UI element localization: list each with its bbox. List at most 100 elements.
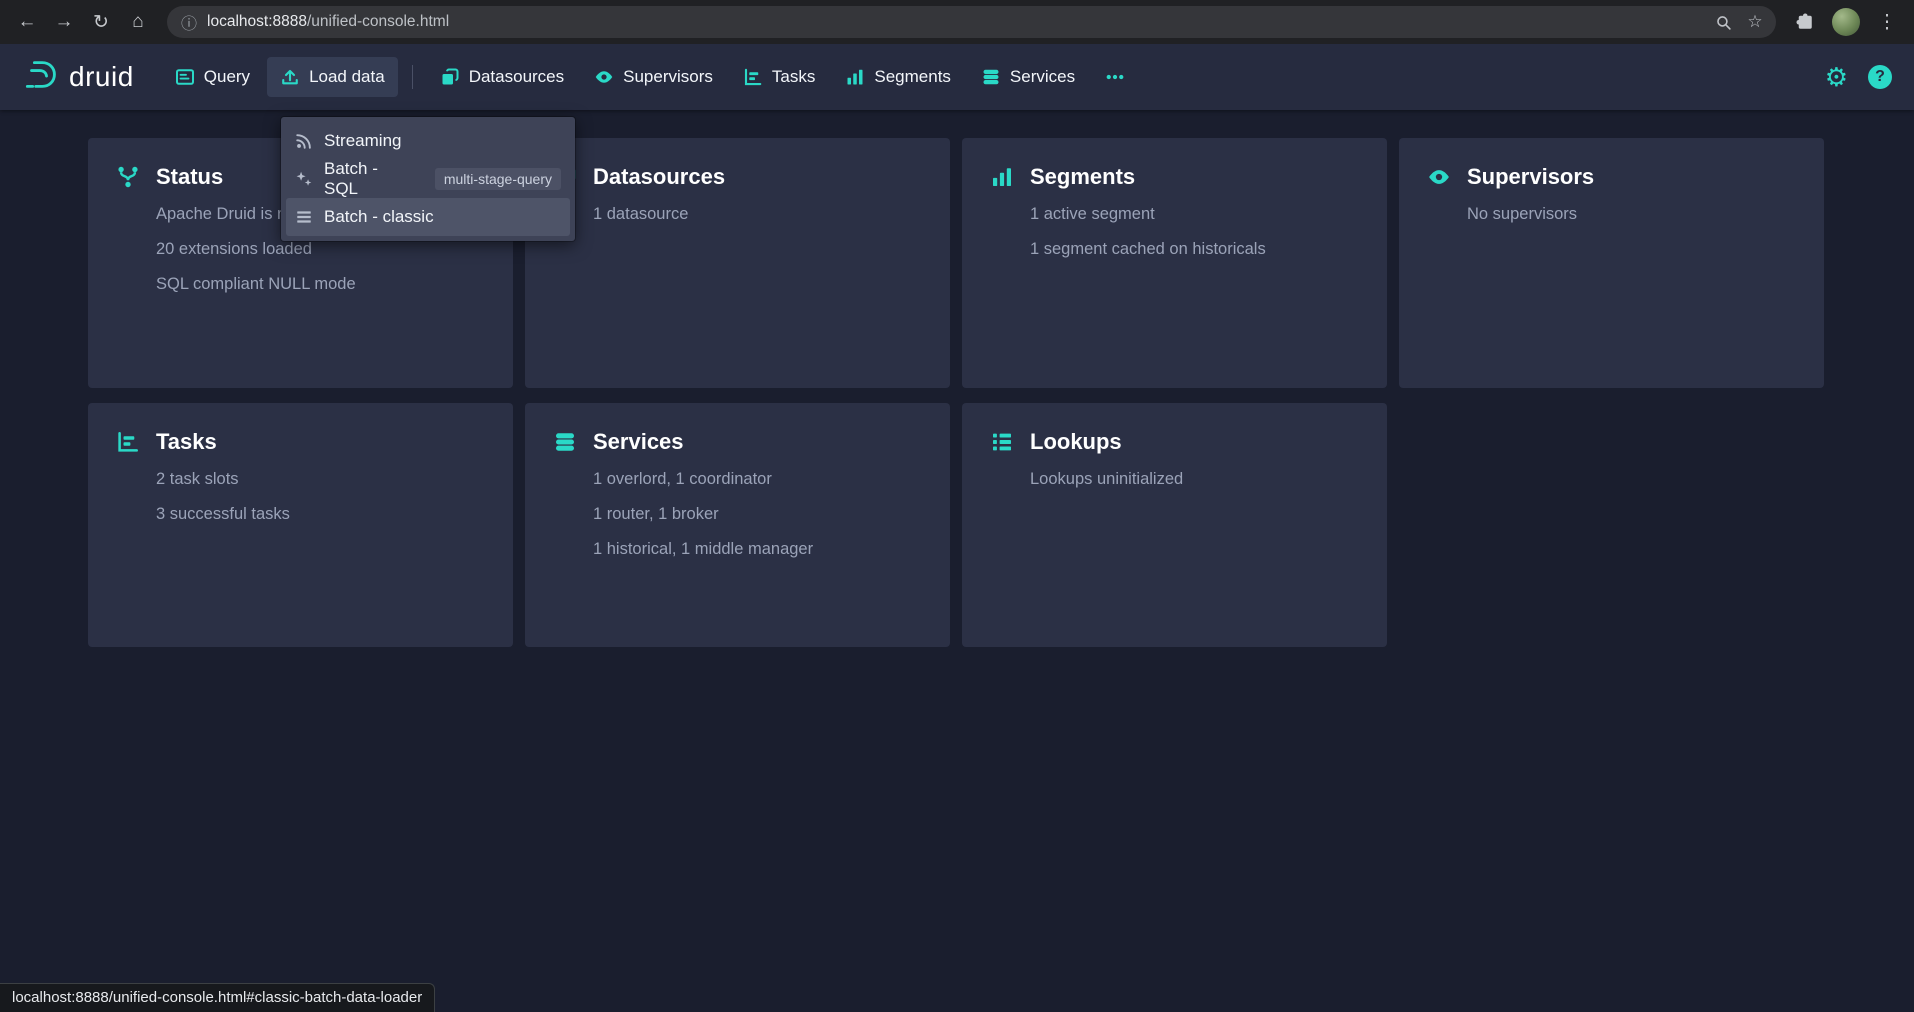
card-header: Segments [990, 164, 1359, 190]
browser-menu-icon[interactable]: ⋮ [1870, 5, 1904, 39]
lookups-card[interactable]: Lookups Lookups uninitialized [962, 403, 1387, 647]
zoom-icon[interactable] [1708, 7, 1738, 37]
load-data-menu: Streaming Batch - SQL multi-stage-query … [281, 117, 575, 241]
druid-logo[interactable]: druid [22, 58, 134, 96]
card-line: SQL compliant NULL mode [156, 274, 485, 294]
bar-chart-icon [990, 165, 1014, 189]
site-info-icon[interactable]: ⓘ [181, 10, 197, 34]
card-header: Tasks [116, 429, 485, 455]
omnibox-actions: ☆ [1708, 7, 1770, 37]
card-title: Segments [1030, 164, 1135, 190]
druid-navbar: druid Query Load data Datasources [0, 44, 1914, 110]
card-body: 1 datasource [593, 204, 922, 224]
nav-label: Services [1010, 67, 1075, 87]
card-line: 2 task slots [156, 469, 485, 489]
card-body: 2 task slots 3 successful tasks [156, 469, 485, 524]
settings-gear-icon[interactable]: ⚙ [1825, 64, 1848, 90]
menu-item-label: Batch - SQL [324, 159, 414, 199]
card-line: 20 extensions loaded [156, 239, 485, 259]
screen: ← → ↻ ⌂ ⓘ localhost:8888/unified-console… [0, 0, 1914, 1012]
card-title: Datasources [593, 164, 725, 190]
url-host: localhost:8888 [207, 13, 307, 30]
multi-stage-query-badge: multi-stage-query [435, 168, 561, 190]
card-title: Supervisors [1467, 164, 1594, 190]
card-body: Lookups uninitialized [1030, 469, 1359, 489]
properties-list-icon [990, 430, 1014, 454]
more-ellipsis-icon [1105, 67, 1125, 87]
nav-label: Query [204, 67, 250, 87]
database-stack-icon [981, 67, 1001, 87]
bookmark-star-icon[interactable]: ☆ [1740, 7, 1770, 37]
datasources-card[interactable]: Datasources 1 datasource [525, 138, 950, 388]
eye-icon [1427, 165, 1451, 189]
back-icon[interactable]: ← [10, 5, 44, 39]
card-body: 1 active segment 1 segment cached on his… [1030, 204, 1359, 259]
fork-icon [116, 165, 140, 189]
druid-logo-icon [22, 58, 60, 96]
card-title: Status [156, 164, 223, 190]
profile-avatar[interactable] [1832, 8, 1860, 36]
card-body: No supervisors [1467, 204, 1796, 224]
menu-item-label: Streaming [324, 131, 401, 151]
nav-tasks[interactable]: Tasks [730, 57, 828, 97]
brand-name: druid [69, 61, 134, 93]
nav-query[interactable]: Query [162, 57, 263, 97]
card-header: Services [553, 429, 922, 455]
link-preview-statusbar: localhost:8888/unified-console.html#clas… [0, 983, 435, 1012]
nav-supervisors[interactable]: Supervisors [581, 57, 726, 97]
list-lines-icon [295, 208, 313, 226]
browser-toolbar: ← → ↻ ⌂ ⓘ localhost:8888/unified-console… [0, 0, 1914, 44]
tasks-card[interactable]: Tasks 2 task slots 3 successful tasks [88, 403, 513, 647]
extensions-puzzle-icon[interactable] [1788, 5, 1822, 39]
forward-icon[interactable]: → [47, 5, 81, 39]
navbar-actions: ⚙ ? [1825, 64, 1892, 90]
help-icon[interactable]: ? [1868, 65, 1892, 89]
card-line: No supervisors [1467, 204, 1796, 224]
sparkles-icon [295, 170, 313, 188]
url-text: localhost:8888/unified-console.html [207, 13, 1698, 31]
card-header: Supervisors [1427, 164, 1796, 190]
card-line: Lookups uninitialized [1030, 469, 1359, 489]
card-line: 1 active segment [1030, 204, 1359, 224]
card-body: 1 overlord, 1 coordinator 1 router, 1 br… [593, 469, 922, 559]
eye-icon [594, 67, 614, 87]
card-line: 1 overlord, 1 coordinator [593, 469, 922, 489]
upload-data-icon [280, 67, 300, 87]
nav-label: Datasources [469, 67, 564, 87]
nav-services[interactable]: Services [968, 57, 1088, 97]
menu-item-batch-classic[interactable]: Batch - classic [286, 198, 570, 236]
nav-label: Supervisors [623, 67, 713, 87]
menu-item-batch-sql[interactable]: Batch - SQL multi-stage-query [286, 160, 570, 198]
services-card[interactable]: Services 1 overlord, 1 coordinator 1 rou… [525, 403, 950, 647]
datasources-icon [440, 67, 460, 87]
database-stack-icon [553, 430, 577, 454]
card-header: Datasources [553, 164, 922, 190]
home-icon[interactable]: ⌂ [121, 5, 155, 39]
nav-label: Tasks [772, 67, 815, 87]
url-path: /unified-console.html [307, 13, 449, 30]
query-console-icon [175, 67, 195, 87]
card-line: 1 historical, 1 middle manager [593, 539, 922, 559]
url-bar[interactable]: ⓘ localhost:8888/unified-console.html ☆ [167, 6, 1776, 38]
card-line: 1 datasource [593, 204, 922, 224]
supervisors-card[interactable]: Supervisors No supervisors [1399, 138, 1824, 388]
nav-load-data[interactable]: Load data [267, 57, 398, 97]
gantt-tasks-icon [743, 67, 763, 87]
gantt-tasks-icon [116, 430, 140, 454]
card-line: 3 successful tasks [156, 504, 485, 524]
menu-item-label: Batch - classic [324, 207, 434, 227]
reload-icon[interactable]: ↻ [84, 5, 118, 39]
segments-card[interactable]: Segments 1 active segment 1 segment cach… [962, 138, 1387, 388]
card-line: 1 segment cached on historicals [1030, 239, 1359, 259]
nav-separator [412, 65, 413, 89]
nav-label: Segments [874, 67, 951, 87]
menu-item-streaming[interactable]: Streaming [286, 122, 570, 160]
nav-datasources[interactable]: Datasources [427, 57, 577, 97]
card-header: Lookups [990, 429, 1359, 455]
nav-segments[interactable]: Segments [832, 57, 964, 97]
streaming-rss-icon [295, 132, 313, 150]
card-title: Tasks [156, 429, 217, 455]
nav-more[interactable] [1092, 57, 1138, 97]
nav-label: Load data [309, 67, 385, 87]
card-title: Services [593, 429, 684, 455]
